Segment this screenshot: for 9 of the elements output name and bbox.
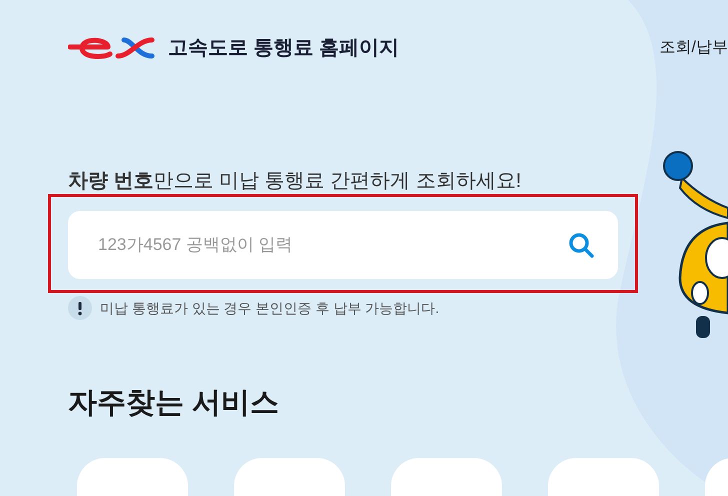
- notice-text: 미납 통행료가 있는 경우 본인인증 후 납부 가능합니다.: [100, 298, 440, 318]
- site-title: 고속도로 통행료 홈페이지: [168, 36, 400, 61]
- section-heading: 자주찾는 서비스: [68, 386, 280, 421]
- exclamation-icon: [68, 296, 92, 320]
- search-headline: 차량 번호만으로 미납 통행료 간편하게 조회하세요!: [68, 169, 522, 194]
- search-icon[interactable]: [568, 232, 594, 258]
- nav-link[interactable]: 조회/납부: [660, 36, 728, 60]
- logo-icon[interactable]: [68, 36, 156, 60]
- search-field[interactable]: 123가4567 공백없이 입력: [68, 211, 618, 279]
